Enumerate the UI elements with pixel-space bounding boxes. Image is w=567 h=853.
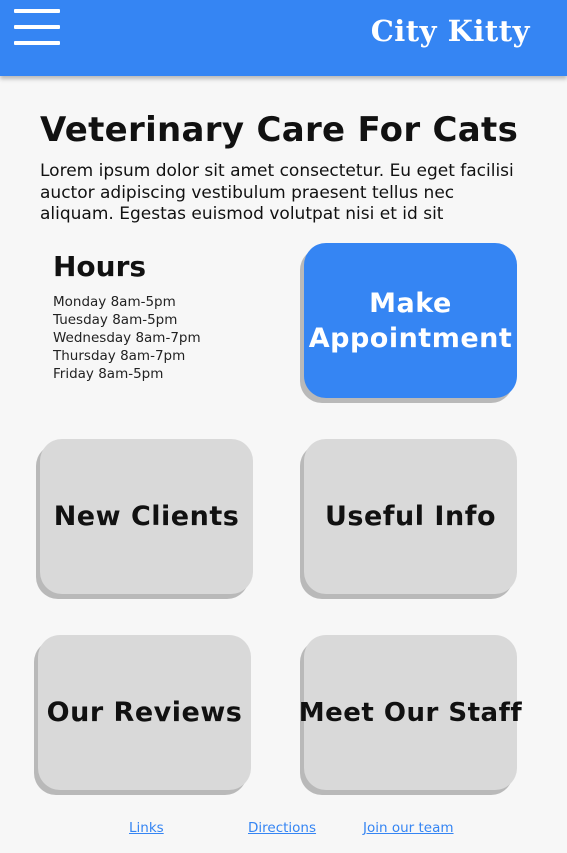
- make-appointment-button[interactable]: Make Appointment: [304, 243, 517, 398]
- useful-info-button[interactable]: Useful Info: [304, 439, 517, 594]
- new-clients-label: New Clients: [53, 501, 240, 532]
- our-reviews-button[interactable]: Our Reviews: [38, 635, 251, 790]
- footer-link-join-team[interactable]: Join our team: [363, 820, 454, 836]
- hours-item: Monday 8am-5pm: [53, 294, 176, 310]
- make-appointment-label: Make Appointment: [308, 287, 513, 354]
- page-title: Veterinary Care For Cats: [40, 110, 519, 150]
- hamburger-menu-icon[interactable]: [14, 9, 60, 45]
- hours-item: Thursday 8am-7pm: [53, 348, 186, 364]
- useful-info-label: Useful Info: [325, 501, 496, 532]
- menu-line: [14, 25, 60, 29]
- new-clients-button[interactable]: New Clients: [40, 439, 253, 594]
- meet-our-staff-label: Meet Our Staff: [298, 697, 523, 728]
- intro-paragraph: Lorem ipsum dolor sit amet consectetur. …: [40, 161, 514, 224]
- top-app-bar: City Kitty: [0, 0, 567, 76]
- footer-link-directions[interactable]: Directions: [248, 820, 316, 836]
- hours-item: Friday 8am-5pm: [53, 366, 164, 382]
- brand-logo-text[interactable]: City Kitty: [371, 14, 530, 48]
- hours-item: Wednesday 8am-7pm: [53, 330, 201, 346]
- menu-line: [14, 41, 60, 45]
- menu-line: [14, 9, 60, 13]
- hours-heading: Hours: [53, 250, 147, 283]
- meet-our-staff-button[interactable]: Meet Our Staff: [299, 635, 522, 790]
- hours-item: Tuesday 8am-5pm: [53, 312, 178, 328]
- our-reviews-label: Our Reviews: [46, 697, 243, 728]
- footer-link-links[interactable]: Links: [129, 820, 164, 836]
- hours-list: Monday 8am-5pm Tuesday 8am-5pm Wednesday…: [53, 293, 201, 383]
